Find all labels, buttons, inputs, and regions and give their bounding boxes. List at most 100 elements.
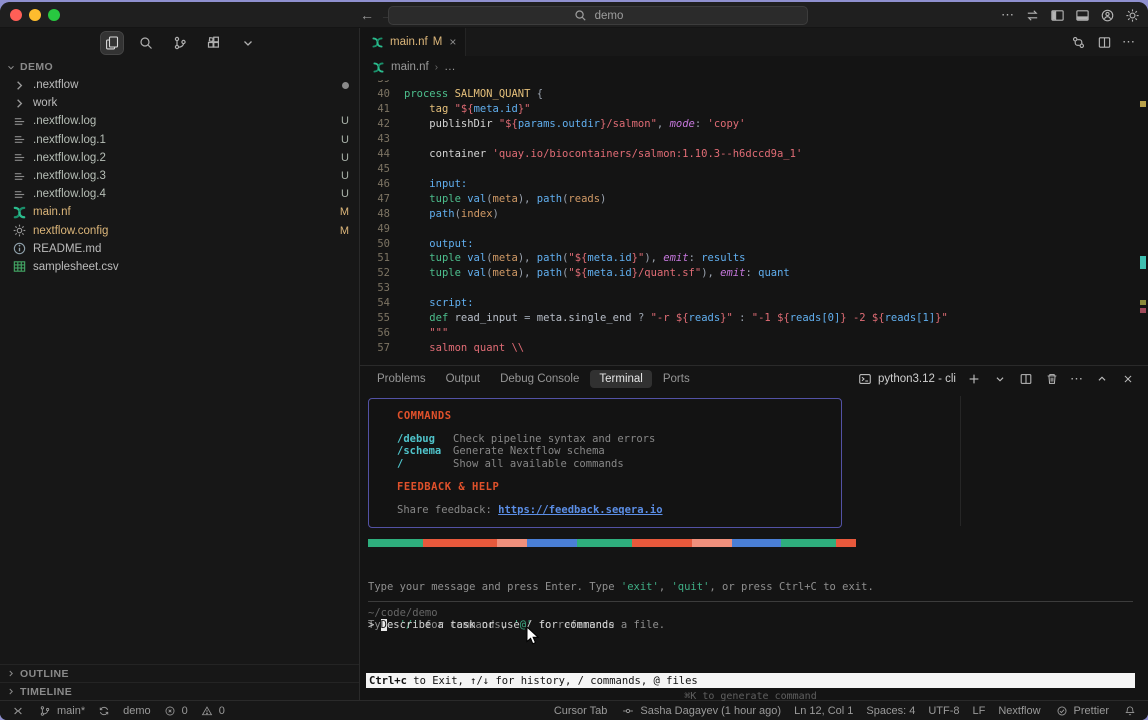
status-item-nextflow[interactable]: Nextflow (998, 705, 1040, 717)
terminal-view[interactable]: COMMANDS /debugCheck pipeline syntax and… (360, 392, 1148, 700)
file-row-.nextflow.log.4[interactable]: .nextflow.log.4U (0, 185, 359, 203)
zoom-window-button[interactable] (48, 9, 60, 21)
swap-arrows-icon[interactable] (1024, 7, 1040, 23)
vscode-window: ← → demo ⋯ DEMO (0, 2, 1148, 720)
command-center-search[interactable]: demo (388, 6, 808, 25)
breadcrumb[interactable]: main.nf › … (360, 56, 1148, 78)
layout-sidebar-icon[interactable] (1049, 7, 1065, 23)
terminal-icon (857, 371, 873, 387)
file-row-.nextflow.log.1[interactable]: .nextflow.log.1U (0, 131, 359, 149)
sync-icon (96, 703, 112, 719)
folder-row-.nextflow[interactable]: .nextflow (0, 76, 359, 94)
split-terminal-icon[interactable] (1018, 371, 1034, 387)
cwd-label: ~/code/demo (368, 607, 438, 619)
maximize-panel-icon[interactable] (1094, 371, 1110, 387)
file-row-samplesheet.csv[interactable]: samplesheet.csv (0, 258, 359, 276)
command-help-row: /schemaGenerate Nextflow schema (397, 445, 841, 457)
status-item-lf[interactable]: LF (973, 705, 986, 717)
chevron-right-icon (12, 96, 27, 111)
bottom-panel: ProblemsOutputDebug ConsoleTerminalPorts… (360, 365, 1148, 700)
file-name: .nextflow.log.1 (33, 134, 106, 146)
status-item-demo[interactable]: demo (123, 705, 151, 717)
editor-tab-bar: main.nf M × ⋯ (360, 28, 1148, 56)
source-control-icon[interactable] (169, 32, 191, 54)
code-line-53: 53 (360, 281, 1148, 296)
code-line-45: 45 (360, 162, 1148, 177)
terminal-hints: Type your message and press Enter. Type … (368, 556, 874, 656)
remote-icon (10, 703, 26, 719)
terminal-shell-label[interactable]: python3.12 - cli (857, 371, 956, 387)
extensions-icon[interactable] (203, 32, 225, 54)
more-actions-icon[interactable]: ⋯ (1001, 7, 1015, 23)
split-editor-icon[interactable] (1096, 34, 1112, 50)
chevron-down-icon (6, 62, 16, 72)
explorer-section-header[interactable]: DEMO (0, 58, 359, 76)
mouse-cursor (526, 626, 540, 647)
file-row-.nextflow.log.2[interactable]: .nextflow.log.2U (0, 149, 359, 167)
nextflow-icon (372, 61, 385, 74)
breadcrumb-symbol[interactable]: … (444, 61, 456, 73)
status-item-sync[interactable] (96, 703, 112, 719)
outline-section[interactable]: OUTLINE (0, 664, 359, 682)
error-icon (162, 703, 178, 719)
close-panel-icon[interactable] (1120, 371, 1136, 387)
nextflow-icon (369, 34, 385, 50)
status-item-bell[interactable] (1122, 703, 1138, 719)
status-item-spaces-4[interactable]: Spaces: 4 (866, 705, 915, 717)
status-item-0[interactable]: 0 (199, 703, 225, 719)
back-arrow-icon[interactable]: ← (360, 7, 374, 23)
timeline-section[interactable]: TIMELINE (0, 682, 359, 700)
chevron-right-icon (12, 78, 27, 93)
panel-tab-ports[interactable]: Ports (654, 370, 699, 388)
panel-tab-output[interactable]: Output (437, 370, 490, 388)
terminal-prompt[interactable]: > Describe a task or use / for commands (368, 619, 615, 631)
settings-gear-icon[interactable] (1124, 7, 1140, 23)
minimize-window-button[interactable] (29, 9, 41, 21)
warning-icon (199, 703, 215, 719)
status-item-main[interactable]: main* (37, 703, 85, 719)
terminal-profile-icon[interactable] (992, 371, 1008, 387)
panel-more-actions-icon[interactable]: ⋯ (1070, 371, 1084, 387)
panel-tab-terminal[interactable]: Terminal (590, 370, 651, 388)
kill-terminal-icon[interactable] (1044, 371, 1060, 387)
info-icon (12, 241, 27, 256)
gradient-segment (577, 539, 632, 547)
file-row-nextflow.config[interactable]: nextflow.configM (0, 222, 359, 240)
file-row-README.md[interactable]: README.md (0, 240, 359, 258)
file-row-.nextflow.log.3[interactable]: .nextflow.log.3U (0, 167, 359, 185)
commands-heading: COMMANDS (397, 410, 841, 422)
editor-more-actions-icon[interactable]: ⋯ (1122, 34, 1136, 50)
gradient-segment (527, 539, 577, 547)
status-item-remote[interactable] (10, 703, 26, 719)
gradient-segment (836, 539, 856, 547)
chevron-down-icon[interactable] (237, 32, 259, 54)
file-row-main.nf[interactable]: main.nfM (0, 203, 359, 221)
account-icon[interactable] (1099, 7, 1115, 23)
tab-main-nf[interactable]: main.nf M × (360, 28, 466, 56)
compare-changes-icon[interactable] (1070, 34, 1086, 50)
code-line-55: 55 def read_input = meta.single_end ? "-… (360, 311, 1148, 326)
status-item-sasha-dagayev-1-hour-ago[interactable]: Sasha Dagayev (1 hour ago) (620, 703, 781, 719)
tab-close-icon[interactable]: × (449, 35, 456, 49)
explorer-files-icon[interactable] (101, 32, 123, 54)
status-item-cursor-tab[interactable]: Cursor Tab (554, 705, 608, 717)
panel-tab-debug-console[interactable]: Debug Console (491, 370, 588, 388)
close-window-button[interactable] (10, 9, 22, 21)
file-row-.nextflow.log[interactable]: .nextflow.logU (0, 112, 359, 130)
search-view-icon[interactable] (135, 32, 157, 54)
feedback-link[interactable]: https://feedback.seqera.io (498, 504, 662, 516)
code-line-50: 50 output: (360, 237, 1148, 252)
layout-panel-icon[interactable] (1074, 7, 1090, 23)
panel-tab-problems[interactable]: Problems (368, 370, 435, 388)
traffic-lights (10, 9, 60, 21)
status-item-prettier[interactable]: Prettier (1054, 703, 1109, 719)
breadcrumb-file[interactable]: main.nf (391, 61, 429, 73)
folder-row-work[interactable]: work (0, 94, 359, 112)
chevron-right-icon (6, 669, 16, 679)
footer-hints: to Exit, ↑/↓ for history, / commands, @ … (407, 675, 698, 687)
new-terminal-icon[interactable] (966, 371, 982, 387)
status-item-0[interactable]: 0 (162, 703, 188, 719)
status-item-ln-12-col-1[interactable]: Ln 12, Col 1 (794, 705, 853, 717)
code-editor[interactable]: 3940process SALMON_QUANT {41 tag "${meta… (360, 78, 1148, 365)
status-item-utf-8[interactable]: UTF-8 (928, 705, 959, 717)
